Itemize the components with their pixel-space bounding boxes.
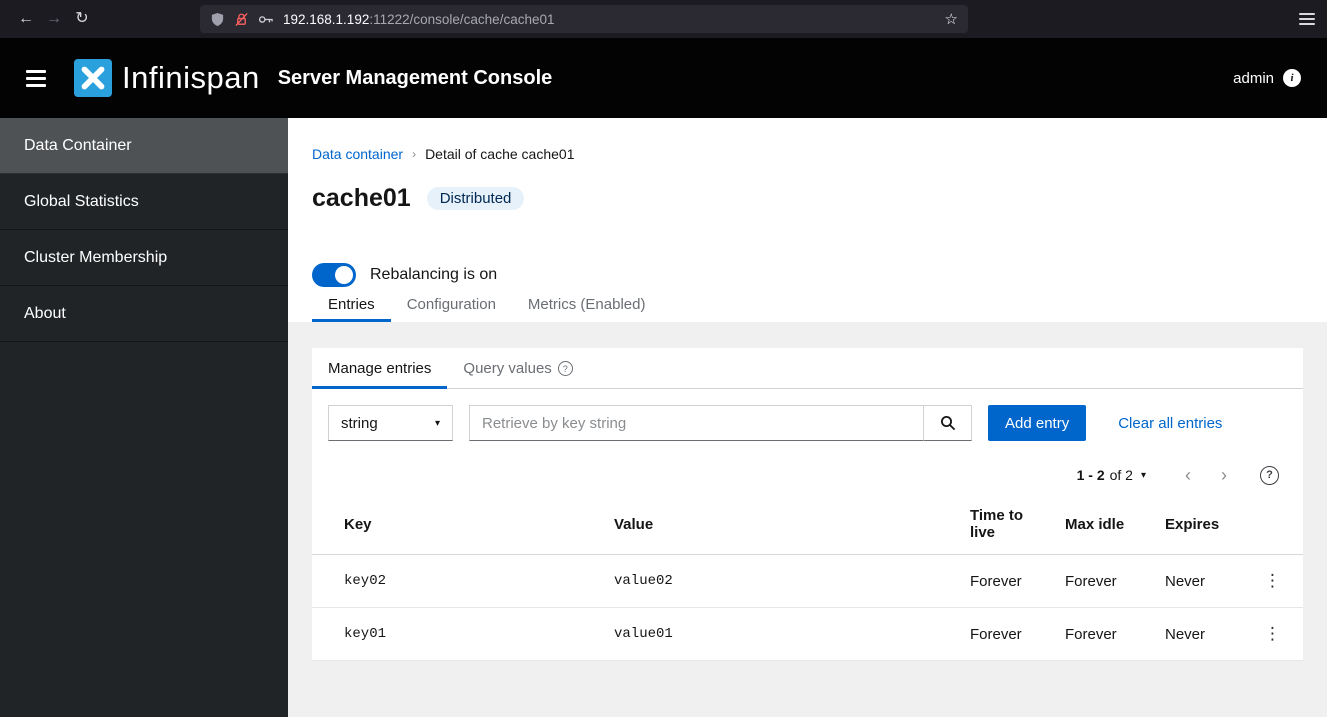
column-header-ttl: Time to live	[958, 493, 1053, 555]
sidebar-item-cluster-membership[interactable]: Cluster Membership	[0, 230, 288, 286]
cell-max-idle: Forever	[1053, 607, 1153, 661]
info-icon[interactable]: i	[1283, 69, 1301, 87]
infinispan-logo-icon	[74, 59, 112, 97]
breadcrumb: Data container › Detail of cache cache01	[312, 146, 1303, 163]
column-header-expires: Expires	[1153, 493, 1243, 555]
cell-key: key01	[312, 607, 602, 661]
pagination-nav: ‹ ›	[1170, 465, 1242, 485]
key-type-select[interactable]: string ▾	[328, 405, 453, 441]
column-header-max-idle: Max idle	[1053, 493, 1153, 555]
url-domain: 192.168.1.192	[283, 11, 370, 27]
entries-table: Key Value Time to live Max idle Expires …	[312, 493, 1303, 661]
pagination-total: of 2	[1109, 467, 1133, 483]
content-section: Manage entries Query values ? string ▾ R…	[288, 322, 1327, 717]
breadcrumb-separator-icon: ›	[412, 147, 417, 161]
main-area: Data container › Detail of cache cache01…	[288, 118, 1327, 717]
browser-back-button[interactable]: ←	[12, 5, 40, 33]
row-actions-kebab-icon[interactable]: ⋮	[1264, 624, 1281, 643]
sidebar-item-about[interactable]: About	[0, 286, 288, 342]
next-page-button[interactable]: ›	[1206, 465, 1242, 485]
browser-menu-icon[interactable]	[1299, 13, 1315, 25]
cache-type-badge: Distributed	[426, 186, 525, 210]
pagination: 1 - 2 of 2 ▾ ‹ › ?	[312, 449, 1303, 487]
cache-detail-tabs: Entries Configuration Metrics (Enabled)	[312, 287, 1303, 322]
breadcrumb-current: Detail of cache cache01	[425, 146, 575, 162]
table-row: key02 value02 Forever Forever Never ⋮	[312, 554, 1303, 608]
sidebar-item-global-statistics[interactable]: Global Statistics	[0, 174, 288, 230]
nav-toggle-icon[interactable]	[26, 69, 46, 87]
chevron-down-icon: ▾	[1140, 469, 1146, 481]
cell-value: value02	[602, 554, 958, 608]
console-title: Server Management Console	[277, 66, 553, 89]
cell-max-idle: Forever	[1053, 554, 1153, 608]
url-text[interactable]: 192.168.1.192:11222/console/cache/cache0…	[283, 12, 936, 27]
browser-chrome: ← → ↻ 192.168.1.192:11222/console/cache/…	[0, 0, 1327, 38]
cache-detail-header: Data container › Detail of cache cache01…	[288, 118, 1327, 322]
entries-toolbar: string ▾ Add entry	[312, 389, 1303, 449]
url-path: :11222/console/cache/cache01	[369, 11, 555, 27]
tab-manage-entries[interactable]: Manage entries	[312, 348, 448, 389]
search-icon	[940, 416, 955, 431]
cell-ttl: Forever	[958, 554, 1053, 608]
tab-metrics[interactable]: Metrics (Enabled)	[512, 287, 662, 322]
cell-expires: Never	[1153, 554, 1243, 608]
rebalancing-row: Rebalancing is on	[312, 263, 1303, 287]
breadcrumb-link-data-container[interactable]: Data container	[312, 146, 403, 163]
pagination-range-menu[interactable]: 1 - 2 of 2 ▾	[1077, 467, 1146, 483]
tab-entries[interactable]: Entries	[312, 287, 391, 322]
brand-name: Infinispan	[122, 60, 260, 95]
page-title: cache01	[312, 184, 411, 212]
title-row: cache01 Distributed	[312, 183, 1303, 213]
entries-card: Manage entries Query values ? string ▾ R…	[312, 348, 1303, 661]
cell-expires: Never	[1153, 607, 1243, 661]
table-header-row: Key Value Time to live Max idle Expires	[312, 493, 1303, 555]
address-bar[interactable]: 192.168.1.192:11222/console/cache/cache0…	[200, 5, 968, 33]
key-search-group	[469, 405, 972, 441]
rebalancing-label: Rebalancing is on	[370, 266, 498, 283]
pagination-range: 1 - 2	[1076, 467, 1105, 483]
cell-ttl: Forever	[958, 607, 1053, 661]
chevron-down-icon: ▾	[434, 417, 440, 429]
previous-page-button[interactable]: ‹	[1170, 465, 1206, 485]
search-button[interactable]	[924, 405, 972, 441]
insecure-lock-icon[interactable]	[234, 12, 249, 27]
tab-query-values-label: Query values	[463, 360, 552, 377]
column-header-actions	[1243, 493, 1303, 555]
app-masthead: Infinispan Server Management Console adm…	[0, 38, 1327, 118]
toggle-knob	[335, 266, 353, 284]
sidebar-nav: Data Container Global Statistics Cluster…	[0, 118, 288, 717]
tab-configuration[interactable]: Configuration	[391, 287, 512, 322]
clear-all-entries-link[interactable]: Clear all entries	[1118, 415, 1222, 432]
cell-key: key02	[312, 554, 602, 608]
entries-card-tabs: Manage entries Query values ?	[312, 348, 1303, 389]
help-icon[interactable]: ?	[1260, 465, 1279, 485]
sidebar-item-data-container[interactable]: Data Container	[0, 118, 288, 174]
app-window: ← → ↻ 192.168.1.192:11222/console/cache/…	[0, 0, 1327, 717]
browser-reload-button[interactable]: ↻	[68, 5, 96, 33]
row-actions-kebab-icon[interactable]: ⋮	[1264, 571, 1281, 590]
masthead-user-area: admin i	[1233, 69, 1301, 87]
cell-value: value01	[602, 607, 958, 661]
key-icon[interactable]	[258, 12, 274, 27]
column-header-key: Key	[312, 493, 602, 555]
bookmark-star-icon[interactable]: ☆	[945, 10, 958, 28]
key-search-input[interactable]	[469, 405, 924, 441]
rebalancing-toggle[interactable]	[312, 263, 356, 287]
shield-permissions-icon[interactable]	[210, 12, 225, 27]
add-entry-button[interactable]: Add entry	[988, 405, 1087, 441]
user-name[interactable]: admin	[1233, 70, 1274, 87]
column-header-value: Value	[602, 493, 958, 555]
tab-query-values[interactable]: Query values ?	[447, 348, 588, 388]
key-type-select-value: string	[341, 414, 378, 432]
question-circle-icon: ?	[557, 361, 573, 376]
infinispan-brand[interactable]: Infinispan	[74, 59, 260, 97]
browser-forward-button[interactable]: →	[40, 5, 68, 33]
tab-manage-entries-label: Manage entries	[328, 360, 432, 377]
table-row: key01 value01 Forever Forever Never ⋮	[312, 607, 1303, 661]
